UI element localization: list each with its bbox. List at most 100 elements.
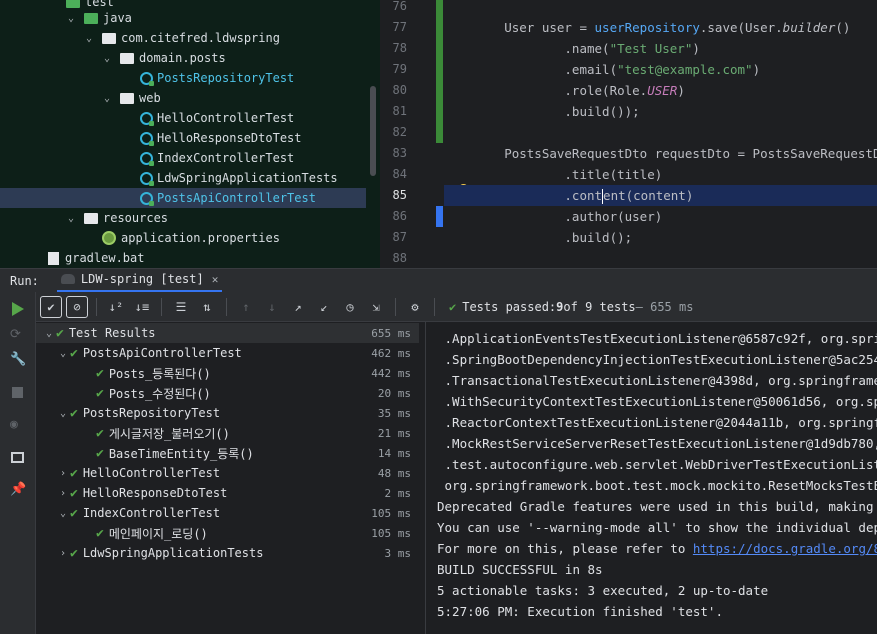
line-number: 76 [392,0,407,13]
gear-icon: ⚙ [411,299,419,314]
tree-item-hello-controller-test[interactable]: HelloControllerTest [0,108,366,128]
console-line: .MockRestServiceServerResetTestExecution… [437,436,877,451]
test-results-tree[interactable]: ⌄ ✔ Test Results 655 ms ⌄ ✔ PostsApiCont… [36,322,426,634]
chevron-right-icon[interactable]: › [56,488,70,499]
chevron-down-icon[interactable]: ⌄ [100,93,114,104]
arrow-down-icon: ↓ [268,299,276,314]
show-ignored-toggle[interactable]: ⊘ [66,295,88,318]
sort-by-duration-button[interactable]: ↓≡ [131,296,153,318]
history-button[interactable]: ◷ [339,296,361,318]
test-suite-row[interactable]: › ✔ HelloControllerTest 48 ms [36,463,419,483]
chevron-down-icon[interactable]: ⌄ [64,13,78,24]
line-number: 79 [392,62,407,76]
chevron-down-icon[interactable]: ⌄ [42,328,56,339]
rerun-failed-button[interactable]: ⟳ [10,327,26,343]
tree-scrollbar[interactable] [370,86,376,176]
console-line: Deprecated Gradle features were used in … [437,499,877,514]
pin-button[interactable]: 📌 [10,482,26,498]
console-line: .ApplicationEventsTestExecutionListener@… [437,331,877,346]
test-case-row[interactable]: ✔ Posts_등록된다() 442 ms [36,363,419,383]
chevron-right-icon[interactable]: › [56,548,70,559]
previous-failed-button[interactable]: ↑ [235,296,257,318]
open-icon: ⇲ [372,299,380,314]
tree-item-package-root[interactable]: ⌄ com.citefred.ldwspring [0,28,366,48]
sort-alpha-icon: ↓² [108,299,124,314]
chevron-down-icon[interactable]: ⌄ [100,53,114,64]
code-line-80: .role(Role.USER) [444,83,685,98]
gradle-docs-link[interactable]: https://docs.gradle.org/8.5/u [693,541,877,556]
test-suite-row[interactable]: › ✔ HelloResponseDtoTest 2 ms [36,483,419,503]
open-results-button[interactable]: ⇲ [365,296,387,318]
test-case-row[interactable]: ✔ BaseTimeEntity_등록() 14 ms [36,443,419,463]
test-case-row[interactable]: ✔ 메인페이지_로딩() 105 ms [36,523,419,543]
test-suite-row[interactable]: ⌄ ✔ PostsApiControllerTest 462 ms [36,343,419,363]
passed-check-icon: ✔ [70,465,78,481]
chevron-down-icon[interactable]: ⌄ [56,408,70,419]
layout-button[interactable] [10,450,26,466]
line-number: 80 [392,83,407,97]
play-icon [12,302,24,316]
vcs-change-marker[interactable] [436,0,443,143]
console-line: org.springframework.boot.test.mock.mocki… [437,478,877,493]
console-line: You can use '--warning-mode all' to show… [437,520,877,535]
next-failed-button[interactable]: ↓ [261,296,283,318]
chevron-down-icon[interactable]: ⌄ [64,213,78,224]
settings-wrench-button[interactable]: 🔧 [10,352,26,368]
tree-item-gradlew-bat[interactable]: gradlew.bat [0,248,366,268]
test-suite-row[interactable]: › ✔ LdwSpringApplicationTests 3 ms [36,543,419,563]
chevron-down-icon[interactable]: ⌄ [56,348,70,359]
test-case-row[interactable]: ✔ 게시글저장_불러오기() 21 ms [36,423,419,443]
close-icon[interactable]: ✕ [212,273,219,286]
sort-duration-icon: ↓≡ [134,299,150,314]
code-editor[interactable]: 76 77 78 79 80 81 82 83 84 85 86 87 88 U… [380,0,877,268]
tree-item-posts-repository-test[interactable]: PostsRepositoryTest [0,68,366,88]
test-case-row[interactable]: ✔ Posts_수정된다() 20 ms [36,383,419,403]
expand-all-icon: ☰ [175,299,187,314]
vcs-modified-marker[interactable] [436,206,443,227]
tree-item-domain-posts[interactable]: ⌄ domain.posts [0,48,366,68]
tree-item-application-properties[interactable]: application.properties [0,228,366,248]
chevron-right-icon[interactable]: › [56,468,70,479]
sort-alphabetically-button[interactable]: ↓² [105,296,127,318]
tree-item-resources[interactable]: ⌄ resources [0,208,366,228]
wrench-icon: 🔧 [10,352,27,367]
import-tests-button[interactable]: ↗ [287,296,309,318]
tree-item-web[interactable]: ⌄ web [0,88,366,108]
passed-check-icon: ✔ [70,485,78,501]
folder-icon [84,12,98,24]
chevron-down-icon[interactable]: ⌄ [82,33,96,44]
package-icon [120,52,134,64]
tree-item-java[interactable]: ⌄ java [0,8,366,28]
stop-button[interactable] [10,385,26,401]
toolbar-separator [226,297,227,316]
test-suite-row[interactable]: ⌄ ✔ PostsRepositoryTest 35 ms [36,403,419,423]
collapse-all-button[interactable]: ⇅ [196,296,218,318]
run-tab[interactable]: LDW-spring [test] ✕ [56,269,223,293]
export-results-button[interactable]: ↙ [313,296,335,318]
expand-all-button[interactable]: ☰ [170,296,192,318]
test-suite-row[interactable]: ⌄ ✔ IndexControllerTest 105 ms [36,503,419,523]
run-tab-label: LDW-spring [test] [80,272,204,286]
tree-item-posts-api-controller-test[interactable]: PostsApiControllerTest [0,188,366,208]
code-line-84: .title(title) [444,167,663,182]
test-class-icon [140,171,154,186]
settings-button[interactable]: ⚙ [404,296,426,318]
test-results-root[interactable]: ⌄ ✔ Test Results 655 ms [36,323,419,343]
code-line-86: .author(user) [444,209,663,224]
properties-file-icon [102,231,116,245]
console-line: 5 actionable tasks: 3 executed, 2 up-to-… [437,583,769,598]
show-passed-toggle[interactable]: ✔ [40,295,62,318]
tree-item-index-controller-test[interactable]: IndexControllerTest [0,148,366,168]
tree-item-ldwspring-application-tests[interactable]: LdwSpringApplicationTests [0,168,366,188]
console-output[interactable]: .ApplicationEventsTestExecutionListener@… [427,322,877,634]
tree-item-hello-response-dto-test[interactable]: HelloResponseDtoTest [0,128,366,148]
rerun-failed-icon: ⟳ [10,327,21,342]
arrow-up-icon: ↑ [242,299,250,314]
run-label: Run: [10,273,39,288]
rerun-button[interactable] [10,301,26,317]
chevron-down-icon[interactable]: ⌄ [56,508,70,519]
line-number-current: 85 [392,188,407,202]
gradle-elephant-icon [60,274,75,284]
test-class-icon [140,131,154,146]
view-button[interactable]: ◉ [10,417,26,433]
